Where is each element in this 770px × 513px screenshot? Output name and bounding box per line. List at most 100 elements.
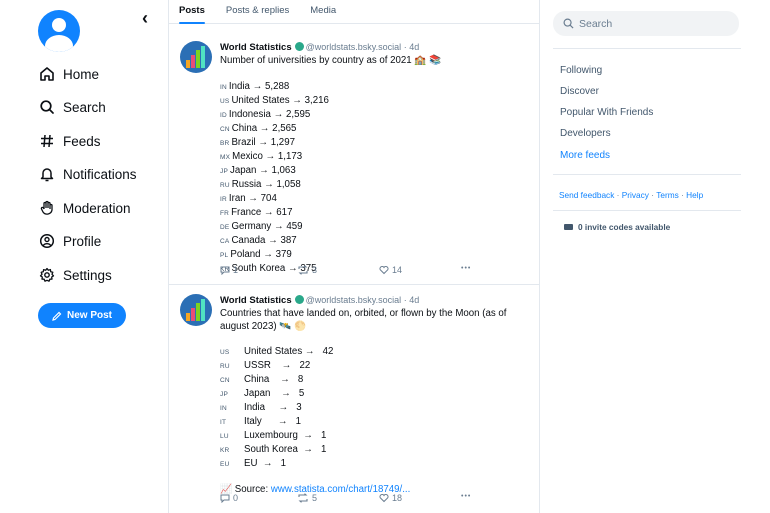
reply-button[interactable]: 0 bbox=[220, 493, 238, 503]
repost-count: 5 bbox=[312, 493, 318, 503]
more-feeds-link[interactable]: More feeds bbox=[560, 150, 610, 161]
reply-count: 1 bbox=[233, 265, 239, 275]
nav-item-moderation[interactable]: Moderation bbox=[38, 197, 131, 219]
country-code: BR bbox=[220, 140, 230, 147]
country-code: LU bbox=[220, 433, 229, 440]
post-body: World Statistics @worldstats.bsky.social … bbox=[220, 294, 530, 496]
display-name[interactable]: World Statistics bbox=[220, 42, 292, 53]
list-item: BR Brazil → 1,297 bbox=[220, 136, 530, 150]
more-options-button[interactable]: ••• bbox=[461, 493, 471, 500]
like-button[interactable]: 14 bbox=[379, 265, 402, 275]
terms-link[interactable]: Terms bbox=[656, 190, 679, 200]
footer-links: Send feedback · Privacy · Terms · Help bbox=[559, 190, 703, 200]
handle[interactable]: @worldstats.bsky.social bbox=[306, 42, 402, 52]
list-text: EU → 1 bbox=[244, 458, 286, 469]
repost-button[interactable]: 5 bbox=[297, 493, 317, 503]
nav-label: Moderation bbox=[63, 200, 131, 216]
post-avatar[interactable] bbox=[180, 41, 212, 73]
country-code: CN bbox=[220, 377, 230, 384]
list-text: Germany → 459 bbox=[231, 221, 303, 232]
edit-icon bbox=[52, 311, 62, 321]
list-text: Italy → 1 bbox=[244, 416, 302, 427]
new-post-button[interactable]: New Post bbox=[38, 303, 126, 328]
repost-icon bbox=[298, 265, 308, 275]
nav-item-notifications[interactable]: Notifications bbox=[38, 163, 137, 185]
repost-count: 3 bbox=[312, 265, 318, 275]
list-item: RU USSR → 22 bbox=[220, 359, 530, 373]
list-text: Luxembourg → 1 bbox=[244, 430, 327, 441]
nav-label: Feeds bbox=[63, 133, 101, 149]
nav-label: Home bbox=[63, 66, 100, 82]
list-item: KR South Korea → 1 bbox=[220, 443, 530, 457]
country-code: JP bbox=[220, 168, 228, 175]
user-avatar[interactable] bbox=[38, 10, 80, 52]
list-item: FR France → 617 bbox=[220, 206, 530, 220]
list-text: South Korea → 1 bbox=[244, 444, 327, 455]
home-icon bbox=[38, 65, 56, 83]
search-placeholder: Search bbox=[579, 17, 613, 30]
profile-icon bbox=[38, 232, 56, 250]
nav-item-settings[interactable]: Settings bbox=[38, 264, 112, 286]
send-feedback-link[interactable]: Send feedback bbox=[559, 190, 614, 200]
list-item: CN China → 2,565 bbox=[220, 122, 530, 136]
handle[interactable]: @worldstats.bsky.social bbox=[306, 295, 402, 305]
list-item: US United States → 3,216 bbox=[220, 94, 530, 108]
post-card[interactable]: World Statistics @worldstats.bsky.social … bbox=[169, 24, 540, 284]
tab-posts-replies[interactable]: Posts & replies bbox=[226, 0, 289, 23]
like-button[interactable]: 18 bbox=[379, 493, 402, 503]
reply-icon bbox=[220, 494, 230, 503]
list-text: China → 2,565 bbox=[231, 123, 297, 134]
feed-link-developers[interactable]: Developers bbox=[560, 128, 611, 139]
back-button[interactable]: ‹ bbox=[142, 9, 158, 27]
invite-codes[interactable]: 0 invite codes available bbox=[564, 222, 670, 232]
feed-link-following[interactable]: Following bbox=[560, 65, 602, 76]
country-code: IR bbox=[220, 196, 227, 203]
list-item: EU EU → 1 bbox=[220, 457, 530, 471]
ticket-icon bbox=[564, 224, 573, 230]
nav-label: Profile bbox=[63, 233, 102, 249]
divider bbox=[553, 210, 741, 211]
list-item: IN India → 3 bbox=[220, 401, 530, 415]
post-body: World Statistics @worldstats.bsky.social … bbox=[220, 41, 530, 276]
list-item: CN China → 8 bbox=[220, 373, 530, 387]
feed-link-discover[interactable]: Discover bbox=[560, 86, 599, 97]
list-text: USSR → 22 bbox=[244, 360, 311, 371]
left-nav: ‹ Home Search Feeds Notifications Modera… bbox=[0, 0, 168, 513]
repost-button[interactable]: 3 bbox=[297, 265, 317, 275]
list-item: DE Germany → 459 bbox=[220, 220, 530, 234]
list-text: India → 5,288 bbox=[228, 81, 290, 92]
reply-button[interactable]: 1 bbox=[220, 265, 238, 275]
feed-link-popular[interactable]: Popular With Friends bbox=[560, 107, 653, 118]
country-code: PL bbox=[220, 252, 229, 259]
privacy-link[interactable]: Privacy bbox=[622, 190, 649, 200]
list-text: United States → 3,216 bbox=[231, 95, 329, 106]
post-card[interactable]: World Statistics @worldstats.bsky.social … bbox=[169, 285, 540, 513]
country-code: EU bbox=[220, 461, 230, 468]
search-icon bbox=[38, 98, 56, 116]
nav-item-feeds[interactable]: Feeds bbox=[38, 130, 101, 152]
tab-media[interactable]: Media bbox=[310, 0, 336, 23]
nav-item-search[interactable]: Search bbox=[38, 96, 106, 118]
list-text: United States → 42 bbox=[244, 346, 334, 357]
profile-tabs: Posts Posts & replies Media bbox=[169, 0, 539, 24]
post-header: World Statistics @worldstats.bsky.social … bbox=[220, 294, 530, 307]
tab-posts[interactable]: Posts bbox=[179, 0, 205, 24]
nav-item-home[interactable]: Home bbox=[38, 63, 99, 85]
hash-icon bbox=[38, 132, 56, 150]
post-intro: Number of universities by country as of … bbox=[220, 55, 442, 66]
nav-label: Notifications bbox=[63, 166, 137, 182]
display-name[interactable]: World Statistics bbox=[220, 295, 292, 306]
nav-item-profile[interactable]: Profile bbox=[38, 230, 101, 252]
search-input[interactable]: Search bbox=[553, 11, 739, 36]
globe-icon bbox=[294, 295, 304, 304]
country-code: US bbox=[220, 98, 230, 105]
list-item: US United States → 42 bbox=[220, 345, 530, 359]
post-list: IN India → 5,288 US United States → 3,216 ID… bbox=[220, 80, 530, 276]
list-item: IT Italy → 1 bbox=[220, 415, 530, 429]
help-link[interactable]: Help bbox=[686, 190, 703, 200]
post-time[interactable]: · 4d bbox=[404, 42, 420, 52]
heart-icon bbox=[379, 265, 389, 275]
post-time[interactable]: · 4d bbox=[404, 295, 420, 305]
more-options-button[interactable]: ••• bbox=[461, 265, 471, 272]
post-avatar[interactable] bbox=[180, 294, 212, 326]
